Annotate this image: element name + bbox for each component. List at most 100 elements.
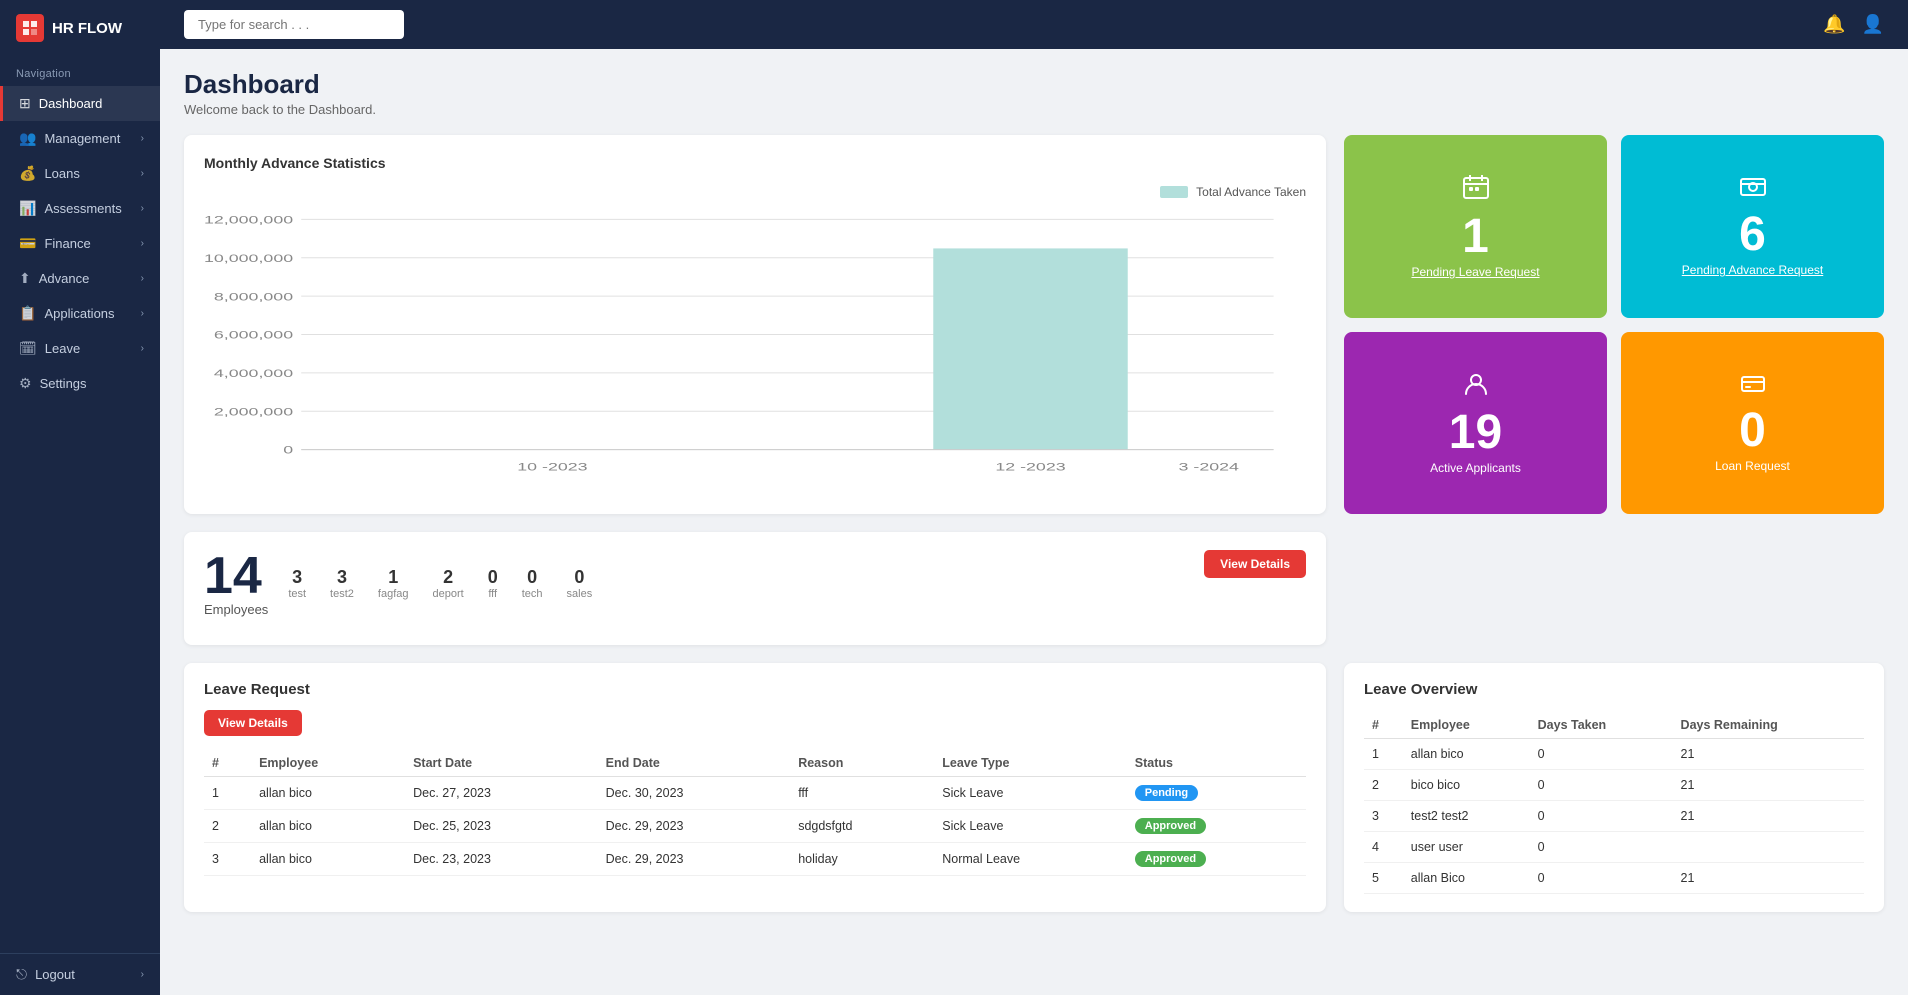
leave-view-details-button[interactable]: View Details bbox=[204, 710, 302, 736]
nav-section-label: Navigation bbox=[0, 56, 160, 86]
sidebar-item-leave[interactable]: 🗓 Leave › bbox=[0, 331, 160, 366]
cell-end-date: Dec. 29, 2023 bbox=[598, 843, 791, 876]
dept-item-test2: 3 test2 bbox=[330, 567, 354, 600]
sidebar-item-settings[interactable]: ⚙ Settings bbox=[0, 366, 160, 401]
table-row: 1 allan bico Dec. 27, 2023 Dec. 30, 2023… bbox=[204, 777, 1306, 810]
chevron-right-icon: › bbox=[141, 308, 144, 319]
sidebar-item-label: Settings bbox=[40, 376, 87, 391]
leave-request-title: Leave Request bbox=[204, 681, 1306, 698]
search-input[interactable] bbox=[184, 10, 404, 39]
table-row: 1 allan bico 0 21 bbox=[1364, 739, 1864, 770]
cell-days-taken: 0 bbox=[1530, 770, 1673, 801]
dept-name: test bbox=[288, 588, 306, 600]
employees-main: 14 Employees 3 test 3 test2 bbox=[204, 550, 592, 617]
cell-days-remaining: 21 bbox=[1673, 863, 1864, 894]
table-row: 5 allan Bico 0 21 bbox=[1364, 863, 1864, 894]
cell-num: 5 bbox=[1364, 863, 1403, 894]
col-employee: Employee bbox=[1403, 712, 1530, 739]
cell-leave-type: Sick Leave bbox=[934, 777, 1127, 810]
sidebar-item-loans[interactable]: 💰 Loans › bbox=[0, 156, 160, 191]
svg-text:4,000,000: 4,000,000 bbox=[214, 367, 293, 380]
stat-card-pending-leave[interactable]: 1 Pending Leave Request bbox=[1344, 135, 1607, 318]
sidebar-item-label: Assessments bbox=[44, 201, 121, 216]
cell-num: 1 bbox=[1364, 739, 1403, 770]
logout-button[interactable]: ⎋ Logout › bbox=[0, 954, 160, 995]
cell-employee: allan bico bbox=[251, 810, 405, 843]
sidebar-item-label: Finance bbox=[44, 236, 90, 251]
cell-num: 3 bbox=[1364, 801, 1403, 832]
pending-advance-label: Pending Advance Request bbox=[1682, 263, 1823, 277]
cell-days-remaining: 21 bbox=[1673, 739, 1864, 770]
sidebar-item-label: Leave bbox=[45, 341, 80, 356]
chart-svg: 0 2,000,000 4,000,000 6,000,000 8,000,00… bbox=[204, 209, 1306, 489]
assessments-icon: 📊 bbox=[19, 200, 36, 217]
sidebar-item-dashboard[interactable]: ⊞ Dashboard bbox=[0, 86, 160, 121]
svg-text:0: 0 bbox=[283, 444, 293, 457]
logo[interactable]: HR FLOW bbox=[0, 0, 160, 56]
sidebar-item-advance[interactable]: ⬆ Advance › bbox=[0, 261, 160, 296]
dept-count: 2 bbox=[443, 567, 453, 588]
dept-name: test2 bbox=[330, 588, 354, 600]
pending-leave-number: 1 bbox=[1462, 213, 1489, 261]
status-badge: Pending bbox=[1135, 785, 1198, 801]
user-icon[interactable]: 👤 bbox=[1862, 14, 1884, 35]
sidebar-item-assessments[interactable]: 📊 Assessments › bbox=[0, 191, 160, 226]
employees-view-details-button[interactable]: View Details bbox=[1204, 550, 1306, 578]
dashboard-top-grid: Monthly Advance Statistics Total Advance… bbox=[184, 135, 1884, 514]
status-badge: Approved bbox=[1135, 851, 1206, 867]
cell-days-remaining bbox=[1673, 832, 1864, 863]
dept-count: 0 bbox=[527, 567, 537, 588]
logo-icon bbox=[16, 14, 44, 42]
cell-num: 2 bbox=[1364, 770, 1403, 801]
finance-icon: 💳 bbox=[19, 235, 36, 252]
dept-count: 0 bbox=[574, 567, 584, 588]
cell-start-date: Dec. 23, 2023 bbox=[405, 843, 598, 876]
col-reason: Reason bbox=[790, 750, 934, 777]
chevron-right-icon: › bbox=[141, 203, 144, 214]
cell-num: 1 bbox=[204, 777, 251, 810]
table-row: 3 test2 test2 0 21 bbox=[1364, 801, 1864, 832]
page-subtitle: Welcome back to the Dashboard. bbox=[184, 102, 1884, 117]
svg-text:10 -2023: 10 -2023 bbox=[517, 460, 587, 473]
dept-item-test: 3 test bbox=[288, 567, 306, 600]
sidebar-item-finance[interactable]: 💳 Finance › bbox=[0, 226, 160, 261]
bottom-grid: Leave Request View Details # Employee St… bbox=[184, 663, 1884, 912]
employees-card: 14 Employees 3 test 3 test2 bbox=[184, 532, 1326, 645]
employees-label: Employees bbox=[204, 602, 268, 617]
settings-icon: ⚙ bbox=[19, 375, 32, 392]
sidebar-item-management[interactable]: 👥 Management › bbox=[0, 121, 160, 156]
cell-days-taken: 0 bbox=[1530, 832, 1673, 863]
sidebar-item-label: Management bbox=[44, 131, 120, 146]
loan-request-label: Loan Request bbox=[1715, 459, 1790, 473]
cell-days-remaining: 21 bbox=[1673, 801, 1864, 832]
leave-overview-title: Leave Overview bbox=[1364, 681, 1864, 698]
legend-color-box bbox=[1160, 186, 1188, 198]
cell-days-remaining: 21 bbox=[1673, 770, 1864, 801]
col-num: # bbox=[204, 750, 251, 777]
dept-item-fagfag: 1 fagfag bbox=[378, 567, 409, 600]
stat-card-pending-advance[interactable]: 6 Pending Advance Request bbox=[1621, 135, 1884, 318]
col-status: Status bbox=[1127, 750, 1306, 777]
cell-employee: bico bico bbox=[1403, 770, 1530, 801]
chevron-right-icon: › bbox=[141, 273, 144, 284]
chevron-right-icon: › bbox=[141, 343, 144, 354]
notification-icon[interactable]: 🔔 bbox=[1823, 14, 1845, 35]
cell-employee: test2 test2 bbox=[1403, 801, 1530, 832]
sidebar-item-label: Loans bbox=[44, 166, 79, 181]
logout-icon: ⎋ bbox=[16, 966, 27, 983]
active-applicants-label: Active Applicants bbox=[1430, 461, 1521, 475]
calendar-icon bbox=[1462, 173, 1490, 207]
sidebar-item-label: Advance bbox=[39, 271, 90, 286]
col-end-date: End Date bbox=[598, 750, 791, 777]
content-area: Dashboard Welcome back to the Dashboard.… bbox=[160, 49, 1908, 995]
cell-reason: fff bbox=[790, 777, 934, 810]
dept-item-deport: 2 deport bbox=[433, 567, 464, 600]
leave-icon: 🗓 bbox=[19, 340, 37, 357]
sidebar: HR FLOW Navigation ⊞ Dashboard 👥 Managem… bbox=[0, 0, 160, 995]
cell-start-date: Dec. 25, 2023 bbox=[405, 810, 598, 843]
logo-text: HR FLOW bbox=[52, 20, 122, 37]
sidebar-item-label: Applications bbox=[44, 306, 114, 321]
chevron-right-icon: › bbox=[141, 969, 144, 980]
loan-request-number: 0 bbox=[1739, 407, 1766, 455]
sidebar-item-applications[interactable]: 📋 Applications › bbox=[0, 296, 160, 331]
